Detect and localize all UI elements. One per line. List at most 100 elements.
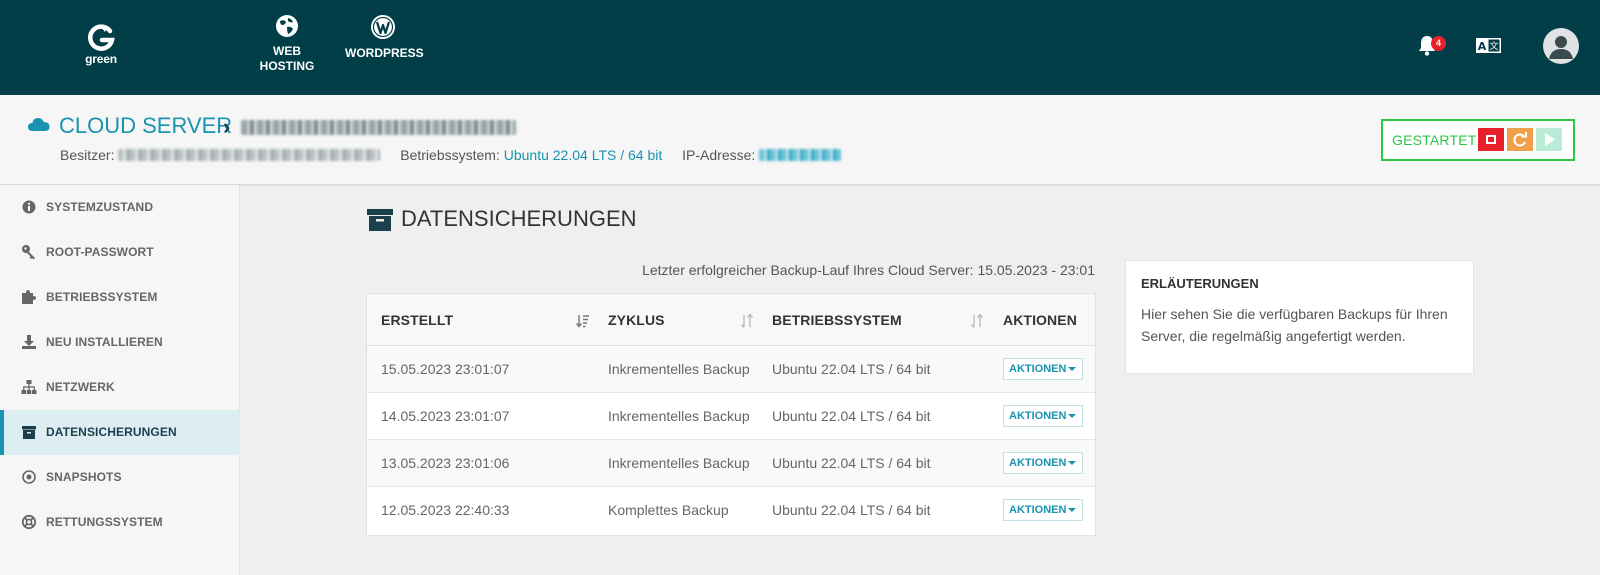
nav-wordpress-label: WORDPRESS — [345, 46, 424, 60]
caret-down-icon — [1068, 367, 1076, 371]
column-header-erstellt[interactable]: ERSTELLT — [381, 312, 453, 328]
table-row: 15.05.2023 23:01:07 Inkrementelles Backu… — [367, 346, 1095, 393]
stop-button[interactable] — [1478, 128, 1504, 151]
archive-icon — [367, 209, 393, 231]
sidebar-item-systemzustand[interactable]: SYSTEMZUSTAND — [0, 185, 240, 230]
lifebuoy-icon — [21, 514, 37, 530]
download-icon — [22, 335, 36, 349]
sidebar-item-label: NEU INSTALLIEREN — [46, 335, 163, 349]
puzzle-icon — [22, 290, 36, 304]
sidebar-item-betriebssystem[interactable]: BETRIEBSSYSTEM — [0, 275, 240, 320]
restart-button[interactable] — [1507, 128, 1533, 151]
last-backup-info: Letzter erfolgreicher Backup-Lauf Ihres … — [642, 262, 1095, 278]
cell-created: 12.05.2023 22:40:33 — [381, 502, 510, 518]
server-status-panel: GESTARTET — [1381, 119, 1575, 161]
column-header-zyklus[interactable]: ZYKLUS — [608, 312, 665, 328]
sidebar-item-netzwerk[interactable]: NETZWERK — [0, 365, 240, 410]
cell-created: 14.05.2023 23:01:07 — [381, 408, 510, 424]
info-title: ERLÄUTERUNGEN — [1141, 276, 1259, 291]
sidebar-item-root-passwort[interactable]: ROOT-PASSWORT — [0, 230, 240, 275]
table-row: 12.05.2023 22:40:33 Komplettes Backup Ub… — [367, 487, 1095, 534]
server-name-redacted — [241, 120, 516, 135]
caret-down-icon — [1068, 508, 1076, 512]
sort-desc-icon[interactable] — [576, 314, 590, 328]
actions-dropdown-button[interactable]: AKTIONEN — [1003, 452, 1083, 474]
cell-os: Ubuntu 22.04 LTS / 64 bit — [772, 408, 931, 424]
info-icon — [22, 200, 36, 214]
cloud-icon — [28, 118, 50, 131]
cell-os: Ubuntu 22.04 LTS / 64 bit — [772, 502, 931, 518]
sidebar-item-datensicherungen[interactable]: DATENSICHERUNGEN — [0, 410, 240, 455]
sidebar-item-snapshots[interactable]: SNAPSHOTS — [0, 455, 240, 500]
backups-table: ERSTELLT ZYKLUS BETRIEBSSYSTEM AKTIONEN … — [366, 293, 1096, 536]
cell-created: 15.05.2023 23:01:07 — [381, 361, 510, 377]
status-text: GESTARTET — [1392, 132, 1477, 148]
top-bar: green WEB HOSTING WORDPRESS 4 A 文 — [0, 0, 1600, 95]
sidebar-item-label: SYSTEMZUSTAND — [46, 200, 154, 214]
sidebar-item-neu-installieren[interactable]: NEU INSTALLIEREN — [0, 320, 240, 365]
notification-badge: 4 — [1431, 36, 1446, 51]
cell-os: Ubuntu 22.04 LTS / 64 bit — [772, 455, 931, 471]
sidebar-item-label: SNAPSHOTS — [46, 470, 122, 484]
ip-label: IP-Adresse: — [682, 147, 756, 163]
key-icon — [22, 245, 35, 260]
sidebar-item-label: ROOT-PASSWORT — [46, 245, 154, 259]
actions-dropdown-button[interactable]: AKTIONEN — [1003, 499, 1083, 521]
server-header: CLOUD SERVER › Besitzer: Betriebssystem:… — [0, 95, 1600, 185]
cell-cycle: Inkrementelles Backup — [608, 361, 750, 377]
actions-label: AKTIONEN — [1009, 410, 1067, 422]
os-label: Betriebssystem: — [400, 147, 500, 163]
ip-redacted — [759, 149, 842, 161]
caret-down-icon — [1068, 414, 1076, 418]
actions-label: AKTIONEN — [1009, 504, 1067, 516]
cell-cycle: Komplettes Backup — [608, 502, 729, 518]
sidebar-item-label: BETRIEBSSYSTEM — [46, 290, 158, 304]
wordpress-icon — [371, 15, 395, 39]
nav-web-hosting[interactable]: WEB HOSTING — [258, 14, 316, 74]
svg-text:文: 文 — [1489, 40, 1498, 52]
cell-created: 13.05.2023 23:01:06 — [381, 455, 510, 471]
nav-wordpress[interactable]: WORDPRESS — [345, 14, 424, 61]
logo-text: green — [85, 52, 117, 66]
server-meta: Besitzer: Betriebssystem: Ubuntu 22.04 L… — [60, 147, 842, 163]
info-body: Hier sehen Sie die verfügbaren Backups f… — [1141, 306, 1448, 344]
table-row: 14.05.2023 23:01:07 Inkrementelles Backu… — [367, 393, 1095, 440]
server-title[interactable]: CLOUD SERVER — [59, 113, 232, 139]
page-title: DATENSICHERUNGEN — [401, 206, 637, 231]
info-panel: ERLÄUTERUNGEN Hier sehen Sie die verfügb… — [1125, 260, 1474, 374]
cell-cycle: Inkrementelles Backup — [608, 455, 750, 471]
sort-icon[interactable] — [740, 314, 754, 328]
caret-down-icon — [1068, 461, 1076, 465]
globe-icon — [276, 15, 298, 37]
archive-icon — [22, 426, 36, 439]
actions-dropdown-button[interactable]: AKTIONEN — [1003, 405, 1083, 427]
sort-icon[interactable] — [970, 314, 984, 328]
brand-logo[interactable]: green — [80, 24, 122, 66]
sidebar-item-label: DATENSICHERUNGEN — [46, 425, 177, 439]
sidebar-item-label: RETTUNGSSYSTEM — [46, 515, 163, 529]
os-value: Ubuntu 22.04 LTS / 64 bit — [503, 147, 663, 163]
svg-text:A: A — [1478, 40, 1487, 53]
actions-dropdown-button[interactable]: AKTIONEN — [1003, 358, 1083, 380]
play-icon — [1545, 133, 1555, 146]
logo-g-icon — [88, 24, 115, 51]
column-header-betriebssystem[interactable]: BETRIEBSSYSTEM — [772, 312, 902, 328]
network-icon — [21, 380, 37, 394]
language-icon[interactable]: A 文 — [1476, 38, 1501, 53]
sidebar: SYSTEMZUSTAND ROOT-PASSWORT BETRIEBSSYST… — [0, 185, 240, 575]
cell-cycle: Inkrementelles Backup — [608, 408, 750, 424]
nav-web-line2: HOSTING — [259, 59, 315, 73]
actions-label: AKTIONEN — [1009, 363, 1067, 375]
cell-os: Ubuntu 22.04 LTS / 64 bit — [772, 361, 931, 377]
column-header-aktionen: AKTIONEN — [1003, 312, 1077, 328]
actions-label: AKTIONEN — [1009, 457, 1067, 469]
owner-label: Besitzer: — [60, 147, 115, 163]
sidebar-item-label: NETZWERK — [46, 380, 115, 394]
table-header: ERSTELLT ZYKLUS BETRIEBSSYSTEM AKTIONEN — [367, 294, 1095, 346]
restart-icon — [1513, 132, 1527, 147]
stop-icon — [1486, 135, 1496, 144]
table-row: 13.05.2023 23:01:06 Inkrementelles Backu… — [367, 440, 1095, 487]
user-avatar[interactable] — [1543, 28, 1579, 64]
start-button[interactable] — [1536, 128, 1562, 151]
sidebar-item-rettungssystem[interactable]: RETTUNGSSYSTEM — [0, 500, 240, 545]
